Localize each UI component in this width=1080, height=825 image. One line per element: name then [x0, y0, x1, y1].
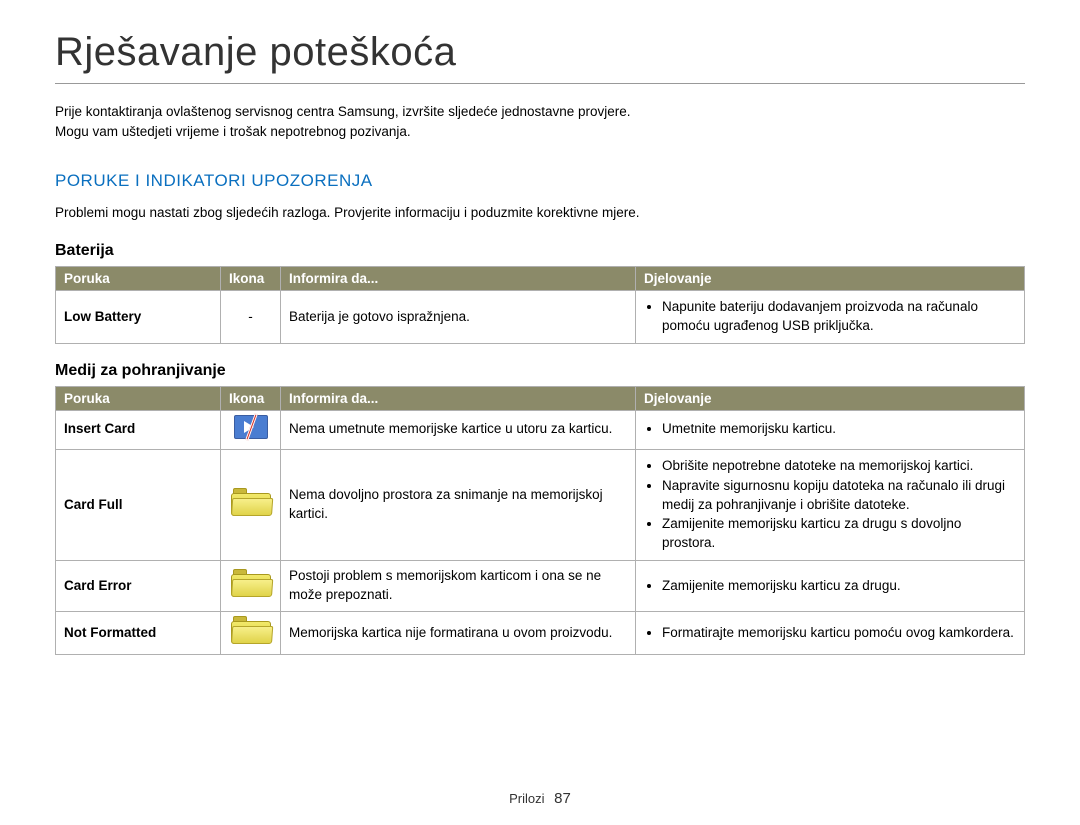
- folder-icon: [231, 569, 271, 597]
- storage-table-title: Medij za pohranjivanje: [55, 362, 1025, 380]
- cell-inform: Memorijska kartica nije formatirana u ov…: [281, 612, 636, 655]
- page-footer: Prilozi 87: [0, 790, 1080, 807]
- table-header-row: Poruka Ikona Informira da... Djelovanje: [56, 386, 1025, 410]
- folder-icon: [231, 488, 271, 516]
- cell-icon: [221, 612, 281, 655]
- action-item: Formatirajte memorijsku karticu pomoću o…: [662, 624, 1016, 643]
- th-poruka: Poruka: [56, 267, 221, 291]
- page-title: Rješavanje poteškoća: [55, 30, 1025, 75]
- cell-msg: Not Formatted: [56, 612, 221, 655]
- table-row: Low Battery - Baterija je gotovo ispražn…: [56, 291, 1025, 344]
- battery-table-title: Baterija: [55, 242, 1025, 260]
- cell-icon: [221, 449, 281, 560]
- action-item: Obrišite nepotrebne datoteke na memorijs…: [662, 457, 1016, 476]
- cell-msg: Insert Card: [56, 410, 221, 449]
- cell-action: Zamijenite memorijsku karticu za drugu.: [636, 561, 1025, 612]
- cell-action: Formatirajte memorijsku karticu pomoću o…: [636, 612, 1025, 655]
- intro-line-1: Prije kontaktiranja ovlaštenog servisnog…: [55, 102, 1025, 122]
- table-row: Not Formatted Memorijska kartica nije fo…: [56, 612, 1025, 655]
- action-item: Napravite sigurnosnu kopiju datoteka na …: [662, 477, 1016, 515]
- action-item: Zamijenite memorijsku karticu za drugu s…: [662, 515, 1016, 553]
- cell-msg: Card Full: [56, 449, 221, 560]
- cell-icon: [221, 410, 281, 449]
- intro-line-2: Mogu vam uštedjeti vrijeme i trošak nepo…: [55, 122, 1025, 142]
- intro-text: Prije kontaktiranja ovlaštenog servisnog…: [55, 102, 1025, 141]
- cell-inform: Nema umetnute memorijske kartice u utoru…: [281, 410, 636, 449]
- card-slash-icon: [234, 415, 268, 439]
- folder-icon: [231, 616, 271, 644]
- cell-inform: Postoji problem s memorijskom karticom i…: [281, 561, 636, 612]
- cell-icon: -: [221, 291, 281, 344]
- cell-msg: Low Battery: [56, 291, 221, 344]
- cell-icon: [221, 561, 281, 612]
- cell-action: Napunite bateriju dodavanjem proizvoda n…: [636, 291, 1025, 344]
- battery-table: Poruka Ikona Informira da... Djelovanje …: [55, 266, 1025, 344]
- cell-action: Umetnite memorijsku karticu.: [636, 410, 1025, 449]
- th-informira: Informira da...: [281, 267, 636, 291]
- action-item: Zamijenite memorijsku karticu za drugu.: [662, 577, 1016, 596]
- action-item: Napunite bateriju dodavanjem proizvoda n…: [662, 298, 1016, 336]
- th-ikona: Ikona: [221, 386, 281, 410]
- page-number: 87: [554, 790, 571, 807]
- th-ikona: Ikona: [221, 267, 281, 291]
- action-item: Umetnite memorijsku karticu.: [662, 420, 1016, 439]
- table-header-row: Poruka Ikona Informira da... Djelovanje: [56, 267, 1025, 291]
- storage-table: Poruka Ikona Informira da... Djelovanje …: [55, 386, 1025, 655]
- section-text: Problemi mogu nastati zbog sljedećih raz…: [55, 205, 1025, 220]
- cell-inform: Nema dovoljno prostora za snimanje na me…: [281, 449, 636, 560]
- table-row: Insert Card Nema umetnute memorijske kar…: [56, 410, 1025, 449]
- divider: [55, 83, 1025, 84]
- section-heading: PORUKE I INDIKATORI UPOZORENJA: [55, 171, 1025, 191]
- table-row: Card Full Nema dovoljno prostora za snim…: [56, 449, 1025, 560]
- cell-action: Obrišite nepotrebne datoteke na memorijs…: [636, 449, 1025, 560]
- th-poruka: Poruka: [56, 386, 221, 410]
- th-informira: Informira da...: [281, 386, 636, 410]
- th-djelovanje: Djelovanje: [636, 386, 1025, 410]
- cell-msg: Card Error: [56, 561, 221, 612]
- table-row: Card Error Postoji problem s memorijskom…: [56, 561, 1025, 612]
- footer-label: Prilozi: [509, 791, 544, 806]
- cell-inform: Baterija je gotovo ispražnjena.: [281, 291, 636, 344]
- th-djelovanje: Djelovanje: [636, 267, 1025, 291]
